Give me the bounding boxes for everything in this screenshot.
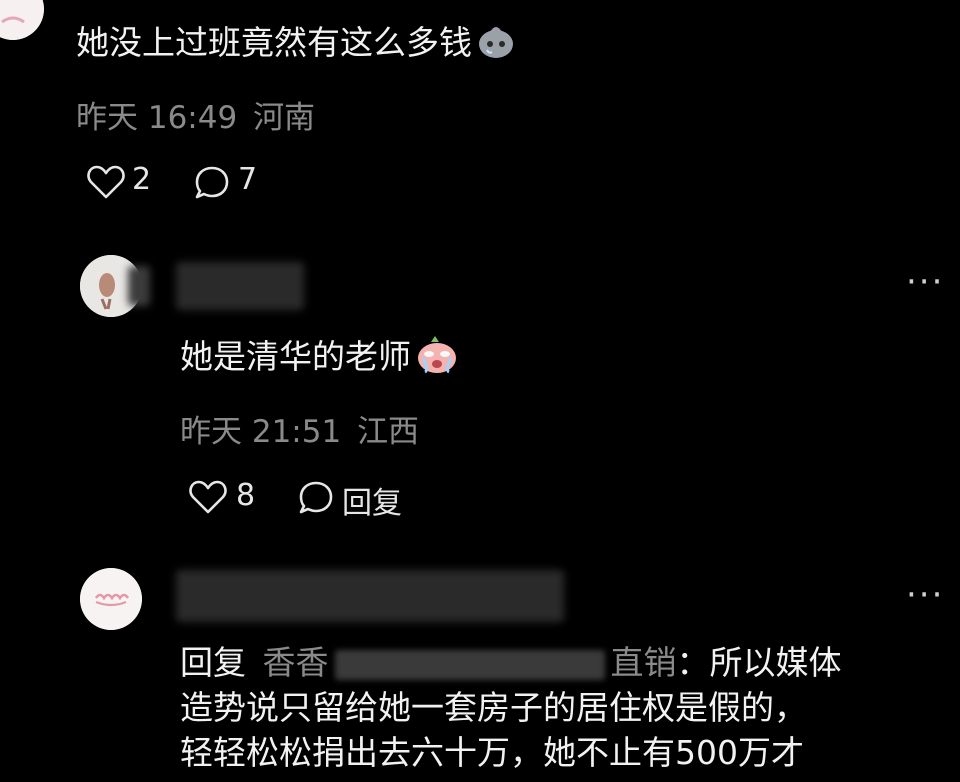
more-options-button[interactable]: ··· xyxy=(906,262,944,302)
avatar-top[interactable] xyxy=(0,0,44,40)
reply-target-redacted xyxy=(334,649,605,680)
reply-body: 回复 香香 直销：所以媒体 造势说只留给她一套房子的居住权是假的， 轻轻松松捐出去… xyxy=(180,640,842,775)
reply-body-line-2: 造势说只留给她一套房子的居住权是假的， xyxy=(180,688,807,727)
heart-icon[interactable] xyxy=(86,164,126,200)
like-count: 2 xyxy=(132,162,152,197)
reply-prefix: 回复 xyxy=(180,643,246,682)
heart-icon[interactable] xyxy=(188,479,228,515)
username-redacted-edge xyxy=(128,266,150,306)
comment-location: 河南 xyxy=(253,100,316,136)
reply-body-line-1: 回复 香香 直销：所以媒体 xyxy=(180,640,842,685)
comment-time: 昨天 16:49 xyxy=(76,100,238,136)
reply-body-line-3: 轻轻松松捐出去六十万，她不止有500万才 xyxy=(180,733,804,772)
crying-face-emoji xyxy=(415,332,459,385)
reply-target-start[interactable]: 香香 xyxy=(263,643,329,682)
reply-meta: 昨天 21:51 江西 xyxy=(180,406,419,451)
reply-time: 昨天 21:51 xyxy=(180,414,342,450)
more-options-button[interactable]: ··· xyxy=(906,575,944,615)
comment-bubble-icon[interactable] xyxy=(296,478,336,518)
comment-bubble-icon[interactable] xyxy=(192,163,232,203)
reply-line-1-text: ：所以媒体 xyxy=(676,643,842,682)
reply-location: 江西 xyxy=(357,414,420,450)
reply-button[interactable]: 回复 xyxy=(342,478,402,522)
comment-text: 她没上过班竟然有这么多钱 xyxy=(76,20,516,69)
username-redacted xyxy=(176,570,564,622)
avatar-reply-2[interactable] xyxy=(80,568,142,630)
comment-meta: 昨天 16:49 河南 xyxy=(76,92,315,137)
username-redacted xyxy=(176,262,304,310)
reply-text: 她是清华的老师 xyxy=(180,332,459,385)
reply-count: 7 xyxy=(238,162,258,197)
reply-target-end[interactable]: 直销 xyxy=(611,643,677,682)
like-count: 8 xyxy=(236,478,256,513)
crying-blob-emoji xyxy=(476,20,516,69)
